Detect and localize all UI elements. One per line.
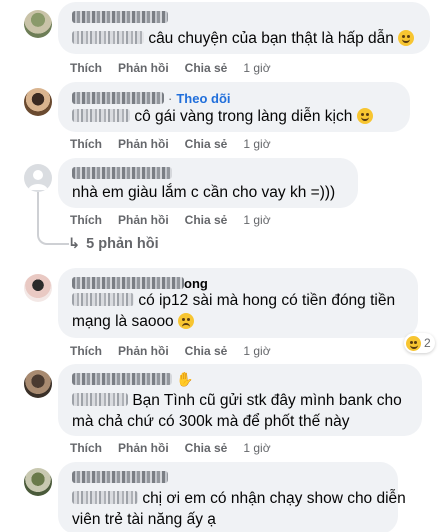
comment-text: câu chuyện của bạn thật là hấp dẫn xyxy=(72,28,415,49)
reply-button[interactable]: Phản hồi xyxy=(118,344,169,358)
commenter-name[interactable] xyxy=(72,8,168,26)
timestamp[interactable]: 1 giờ xyxy=(243,213,270,227)
comment-bubble: ✋ Bạn Tình cũ gửi stk đây mình bank cho … xyxy=(58,364,422,436)
sad-emoji-icon xyxy=(178,313,194,329)
timestamp[interactable]: 1 giờ xyxy=(243,137,270,151)
comment-text: có ip12 sài mà hong có tiền đóng tiền mạ… xyxy=(72,292,396,330)
reaction-badge[interactable]: 2 xyxy=(404,333,435,353)
commenter-name[interactable]: ✋ xyxy=(72,370,193,388)
redacted-tag xyxy=(72,31,144,44)
wave-icon: ✋ xyxy=(176,370,194,387)
comment-bubble: nhà em giàu lắm c cần cho vay kh =))) xyxy=(58,158,358,208)
avatar[interactable] xyxy=(24,274,52,302)
reply-button[interactable]: Phản hồi xyxy=(118,137,169,151)
redacted-tag xyxy=(72,491,138,504)
share-button[interactable]: Chia sẻ xyxy=(185,137,228,151)
share-button[interactable]: Chia sẻ xyxy=(185,344,228,358)
comment-bubble: chị ơi em có nhận chạy show cho diễn viê… xyxy=(58,462,406,532)
commenter-name[interactable] xyxy=(72,164,172,182)
reply-arrow-icon: ↳ xyxy=(68,236,81,252)
avatar[interactable] xyxy=(24,468,52,496)
like-button[interactable]: Thích xyxy=(70,137,102,151)
follow-link[interactable]: Theo dõi xyxy=(176,91,230,106)
comment-actions: Thích Phản hồi Chia sẻ 1 giờ xyxy=(70,137,287,151)
smiling-emoji-icon xyxy=(356,108,373,124)
commenter-name[interactable]: · Theo dõi xyxy=(72,89,231,107)
thread-line xyxy=(37,192,69,245)
default-avatar-icon xyxy=(28,170,48,190)
comment-actions: Thích Phản hồi Chia sẻ 1 giờ xyxy=(70,344,287,358)
like-button[interactable]: Thích xyxy=(70,344,102,358)
share-button[interactable]: Chia sẻ xyxy=(185,61,228,75)
commenter-name[interactable] xyxy=(72,468,168,486)
reply-button[interactable]: Phản hồi xyxy=(118,213,169,227)
comment-bubble: câu chuyện của bạn thật là hấp dẫn xyxy=(58,2,430,54)
separator-dot: · xyxy=(168,90,173,106)
comment-text: chị ơi em có nhận chạy show cho diễn viê… xyxy=(72,490,406,528)
grinning-emoji-icon xyxy=(398,30,415,46)
share-button[interactable]: Chia sẻ xyxy=(185,441,228,455)
comment-bubble: ong có ip12 sài mà hong có tiền đóng tiề… xyxy=(58,268,418,338)
avatar[interactable] xyxy=(24,164,52,192)
like-button[interactable]: Thích xyxy=(70,61,102,75)
comment-bubble: · Theo dõi cô gái vàng trong làng diễn k… xyxy=(58,82,410,132)
redacted-tag xyxy=(72,393,128,406)
redacted-tag xyxy=(72,293,134,306)
like-button[interactable]: Thích xyxy=(70,213,102,227)
comment-actions: Thích Phản hồi Chia sẻ 1 giờ xyxy=(70,441,287,455)
comment-text: cô gái vàng trong làng diễn kịch xyxy=(72,106,373,127)
avatar[interactable] xyxy=(24,88,52,116)
comment-actions: Thích Phản hồi Chia sẻ 1 giờ xyxy=(70,61,287,75)
avatar[interactable] xyxy=(24,370,52,398)
view-replies-link[interactable]: ↳ 5 phản hồi xyxy=(68,236,159,252)
timestamp[interactable]: 1 giờ xyxy=(243,61,270,75)
timestamp[interactable]: 1 giờ xyxy=(243,344,270,358)
comment-text: nhà em giàu lắm c cần cho vay kh =))) xyxy=(72,184,336,201)
reply-button[interactable]: Phản hồi xyxy=(118,441,169,455)
redacted-tag xyxy=(72,109,130,122)
share-button[interactable]: Chia sẻ xyxy=(185,213,228,227)
haha-reaction-icon xyxy=(406,335,421,351)
like-button[interactable]: Thích xyxy=(70,441,102,455)
avatar[interactable] xyxy=(24,10,52,38)
timestamp[interactable]: 1 giờ xyxy=(243,441,270,455)
comment-actions: Thích Phản hồi Chia sẻ 1 giờ xyxy=(70,213,287,227)
comment-text: Bạn Tình cũ gửi stk đây mình bank cho mà… xyxy=(72,392,402,430)
reply-button[interactable]: Phản hồi xyxy=(118,61,169,75)
